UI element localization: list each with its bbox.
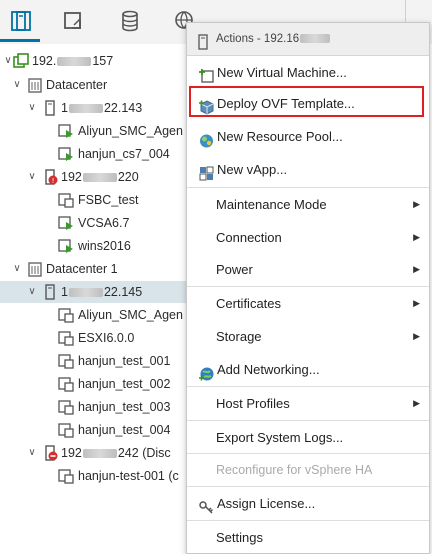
vm-icon	[58, 307, 74, 323]
vm-powered-on-icon	[58, 238, 74, 254]
chevron-down-icon[interactable]: ∨	[25, 97, 39, 119]
vm-label: hanjun_test_004	[78, 423, 171, 437]
menu-item-power[interactable]: Power ▶	[187, 253, 429, 286]
menu-item-label: Power	[216, 262, 253, 277]
submenu-arrow-icon: ▶	[413, 232, 420, 242]
menu-item-add-networking[interactable]: Add Networking...	[187, 353, 429, 386]
host-icon	[42, 284, 58, 300]
datacenter-icon	[27, 261, 43, 277]
new-vm-icon	[198, 64, 215, 83]
datacenter-icon	[27, 77, 43, 93]
menu-item-new-virtual-machine[interactable]: New Virtual Machine...	[187, 56, 429, 89]
active-tab-indicator	[0, 39, 40, 42]
license-icon	[198, 495, 215, 514]
menu-item-storage[interactable]: Storage ▶	[187, 320, 429, 353]
chevron-down-icon[interactable]: ∨	[25, 166, 39, 188]
vm-label: Aliyun_SMC_Agen	[78, 124, 183, 138]
menu-item-label: Maintenance Mode	[216, 197, 327, 212]
vm-label: hanjun_test_003	[78, 400, 171, 414]
menu-item-connection[interactable]: Connection ▶	[187, 221, 429, 254]
vm-icon	[58, 376, 74, 392]
submenu-arrow-icon: ▶	[413, 199, 420, 209]
vapp-icon	[198, 161, 215, 181]
menu-item-new-resource-pool[interactable]: New Resource Pool...	[187, 120, 429, 153]
menu-item-label: New Virtual Machine...	[217, 65, 347, 80]
menu-item-label: Host Profiles	[216, 396, 290, 411]
vm-label: hanjun-test-001 (c	[78, 469, 179, 483]
menu-item-label: Assign License...	[217, 496, 316, 511]
tree-node-host-selected[interactable]: ∨ 1 22.145	[0, 281, 190, 303]
submenu-arrow-icon: ▶	[413, 298, 420, 308]
resource-pool-icon	[198, 128, 215, 148]
vm-icon	[58, 192, 74, 208]
submenu-arrow-icon: ▶	[413, 264, 420, 274]
vms-templates-icon[interactable]	[61, 8, 85, 34]
menu-item-label: Export System Logs...	[216, 430, 344, 445]
storage-icon[interactable]	[118, 8, 142, 34]
vm-label: FSBC_test	[78, 193, 139, 207]
vcenter-icon	[13, 53, 29, 69]
host-icon	[197, 31, 209, 50]
menu-item-label: New Resource Pool...	[217, 129, 343, 144]
host-label-end: 22.143	[103, 101, 143, 115]
menu-item-label: Certificates	[216, 296, 282, 311]
vm-powered-on-icon	[58, 215, 74, 231]
vm-label: wins2016	[78, 239, 131, 253]
vm-icon	[58, 422, 74, 438]
vm-powered-on-icon	[58, 123, 74, 139]
vcenter-label-start: 192.	[32, 54, 57, 68]
host-icon	[42, 100, 58, 116]
vm-label: Aliyun_SMC_Agen	[78, 308, 183, 322]
menu-item-settings[interactable]: Settings	[187, 521, 429, 554]
vm-label: hanjun_test_001	[78, 354, 171, 368]
host-label-end: 22.145	[103, 285, 143, 299]
actions-context-menu: Actions - 192.16 New Virtual Machine... …	[186, 22, 430, 554]
menu-item-label: New vApp...	[217, 162, 288, 177]
menu-item-new-vapp[interactable]: New vApp...	[187, 153, 429, 186]
menu-item-assign-license[interactable]: Assign License...	[187, 487, 429, 520]
vcenter-label-end: 157	[92, 54, 114, 68]
chevron-down-icon[interactable]: ∨	[25, 281, 39, 303]
host-label-start: 1	[61, 285, 68, 299]
menu-item-reconfigure-vsphere-ha: Reconfigure for vSphere HA	[187, 454, 429, 487]
vm-powered-on-icon	[58, 146, 74, 162]
add-networking-icon	[198, 361, 215, 381]
vm-icon	[58, 399, 74, 415]
menu-item-label: Storage	[216, 329, 262, 344]
chevron-down-icon[interactable]: ∨	[10, 258, 24, 280]
host-label-start: 192	[61, 446, 82, 460]
menu-header-title: Actions - 192.16	[216, 33, 300, 45]
vm-icon	[58, 330, 74, 346]
vm-label: hanjun_cs7_004	[78, 147, 170, 161]
datacenter-label: Datacenter	[46, 78, 108, 92]
menu-item-maintenance-mode[interactable]: Maintenance Mode ▶	[187, 188, 429, 221]
host-label-end: 220	[117, 170, 139, 184]
hosts-clusters-icon[interactable]	[9, 8, 33, 34]
datacenter-label: Datacenter 1	[46, 262, 118, 276]
vm-label: VCSA6.7	[78, 216, 130, 230]
menu-item-certificates[interactable]: Certificates ▶	[187, 287, 429, 320]
menu-item-export-system-logs[interactable]: Export System Logs...	[187, 421, 429, 454]
chevron-down-icon[interactable]: ∨	[25, 442, 39, 464]
highlight-box	[189, 86, 424, 117]
menu-item-label: Connection	[216, 230, 282, 245]
host-alarm-icon: !	[42, 169, 58, 185]
menu-item-label: Add Networking...	[217, 362, 320, 377]
chevron-down-icon[interactable]: ∨	[10, 74, 24, 96]
host-label-end: 242 (Disc	[117, 446, 171, 460]
menu-item-host-profiles[interactable]: Host Profiles ▶	[187, 387, 429, 420]
vm-icon	[58, 468, 74, 484]
host-disconnected-icon	[42, 445, 58, 461]
menu-item-label: Reconfigure for vSphere HA	[216, 463, 373, 477]
submenu-arrow-icon: ▶	[413, 398, 420, 408]
menu-header: Actions - 192.16	[187, 23, 429, 56]
menu-item-label: Settings	[216, 530, 263, 545]
svg-text:!: !	[52, 177, 55, 185]
submenu-arrow-icon: ▶	[413, 331, 420, 341]
vm-label: hanjun_test_002	[78, 377, 171, 391]
vm-icon	[58, 353, 74, 369]
vm-label: ESXI6.0.0	[78, 331, 135, 345]
host-label-start: 192	[61, 170, 82, 184]
host-label-start: 1	[61, 101, 68, 115]
